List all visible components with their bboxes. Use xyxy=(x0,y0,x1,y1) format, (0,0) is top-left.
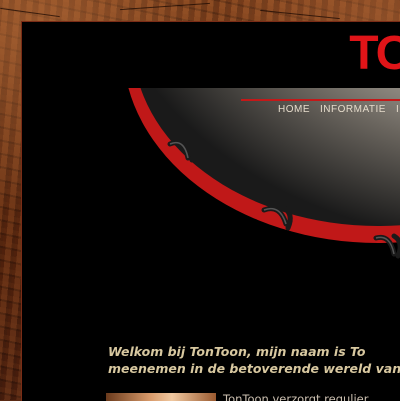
main-navigation: HOME INFORMATIE I xyxy=(241,99,400,129)
nav-item-informatie[interactable]: INFORMATIE xyxy=(320,104,386,115)
welcome-line-2: meenemen in de betoverende wereld van xyxy=(108,361,400,376)
nav-item-home[interactable]: HOME xyxy=(278,104,310,115)
page-content: TO xyxy=(21,21,400,401)
site-logo[interactable]: TO xyxy=(349,30,400,78)
welcome-heading: Welkom bij TonToon, mijn naam is To meen… xyxy=(108,343,400,377)
welcome-line-1: Welkom bij TonToon, mijn naam is To xyxy=(108,344,366,359)
nav-item-next[interactable]: I xyxy=(396,104,399,115)
